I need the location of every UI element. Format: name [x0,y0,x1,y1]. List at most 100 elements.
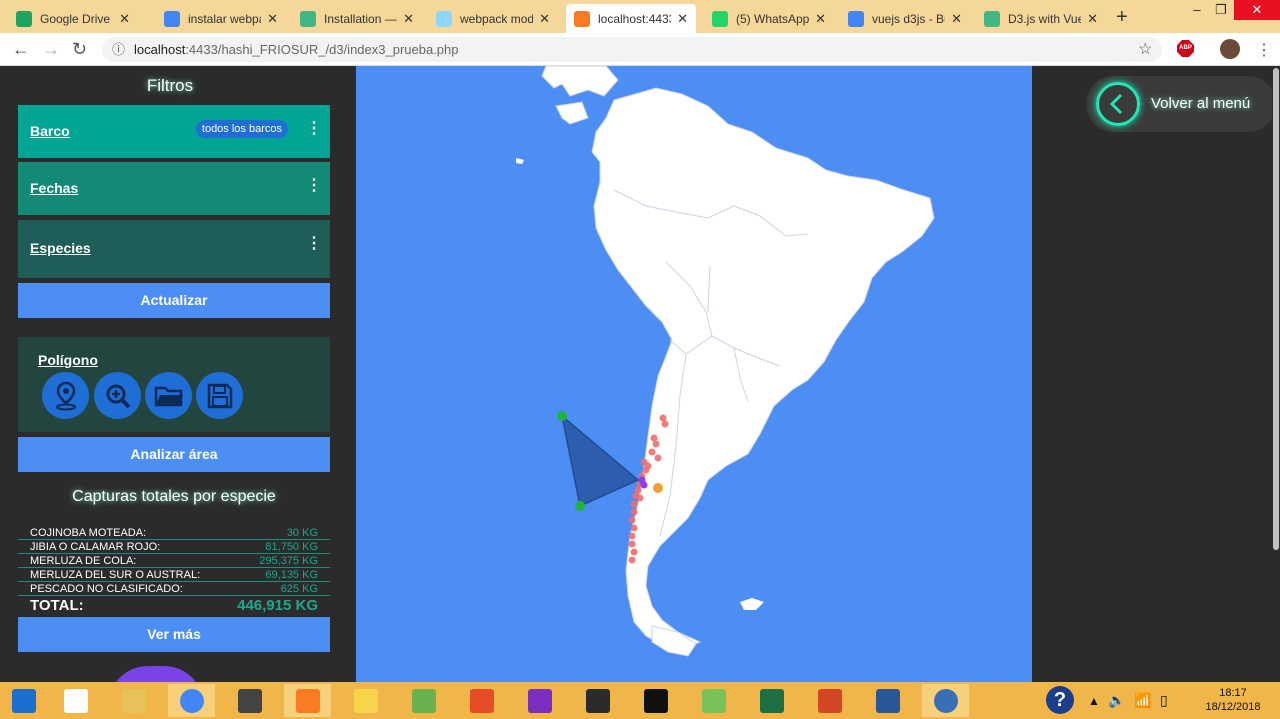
network-icon[interactable]: 📶 [1134,692,1151,709]
back-to-menu-button[interactable]: Volver al menú [1086,76,1276,132]
filter-barco-label[interactable]: Barco [30,123,70,139]
android-studio-icon[interactable] [690,684,737,717]
browser-tab[interactable]: Installation — Vue ✕ [292,4,422,33]
start-icon[interactable] [0,684,47,717]
filter-especies-label[interactable]: Especies [30,240,91,256]
forward-arrow-icon[interactable]: → [42,39,60,60]
analyze-area-button[interactable]: Analizar área [18,437,330,472]
browser-tab[interactable]: webpack modules ✕ [428,4,558,33]
profile-avatar[interactable] [1220,39,1240,59]
xampp-icon[interactable] [284,684,331,717]
catch-point-marker[interactable] [652,440,660,448]
brackets-icon-glyph [585,688,610,713]
catch-point-marker[interactable] [628,516,636,524]
catch-point-marker[interactable] [628,532,636,540]
git-icon[interactable] [458,684,505,717]
tab-close-icon[interactable]: ✕ [403,11,414,27]
captures-row: MERLUZA DE COLA: 295,375 KG [18,554,330,568]
page-scrollbar-thumb[interactable] [1273,68,1279,550]
browser-tab[interactable]: Google Drive ✕ [8,4,138,33]
catch-point-marker[interactable] [628,556,636,564]
tab-close-icon[interactable]: ✕ [539,11,550,27]
back-arrow-icon[interactable]: ← [12,39,30,60]
catch-point-marker[interactable] [650,434,658,442]
filter-barco[interactable]: Barco todos los barcos ⋮ [18,105,330,158]
tab-close-icon[interactable]: ✕ [677,11,688,27]
catch-point-marker[interactable] [654,454,662,462]
battery-icon[interactable]: ▯ [1160,692,1168,709]
filter-especies-menu-icon[interactable]: ⋮ [306,233,322,253]
notepad-plus-icon[interactable] [400,684,447,717]
save-polygon-button[interactable] [196,372,243,419]
browser-tab[interactable]: instalar webpack ✕ [156,4,286,33]
browser-tab[interactable]: vuejs d3js - Buscar ✕ [840,4,970,33]
tray-expand-icon[interactable]: ▲ [1088,694,1100,708]
tab-close-icon[interactable]: ✕ [267,11,278,27]
catch-point-marker[interactable] [630,500,638,508]
catch-point-marker[interactable] [644,462,652,470]
south-america-map[interactable] [356,66,1032,682]
catch-point-marker[interactable] [628,540,636,548]
browser-menu-icon[interactable]: ⋮ [1256,40,1272,60]
draw-polygon-button[interactable] [42,372,89,419]
file-explorer-icon[interactable] [110,684,157,717]
visual-studio-icon[interactable] [516,684,563,717]
catch-point-selected-marker[interactable] [640,481,648,489]
bookmark-star-icon[interactable]: ☆ [1138,39,1152,59]
sticky-notes-icon[interactable] [342,684,389,717]
brackets-icon[interactable] [574,684,621,717]
reload-icon[interactable]: ↻ [72,39,87,60]
tab-close-icon[interactable]: ✕ [815,11,826,27]
catch-point-marker[interactable] [661,420,669,428]
right-panel: Volver al menú [1032,66,1280,682]
word-icon[interactable] [864,684,911,717]
catch-point-marker[interactable] [659,414,667,422]
tab-close-icon[interactable]: ✕ [119,11,130,27]
catch-point-marker[interactable] [630,524,638,532]
browser-tab[interactable]: localhost:4433/ ✕ [566,4,696,33]
terminal-icon[interactable] [632,684,679,717]
url-input[interactable]: ⓘ localhost:4433/hashi_FRIOSUR_/d3/index… [102,37,1162,62]
catch-point-marker[interactable] [630,548,638,556]
chrome-icon[interactable] [168,684,215,717]
gimp-icon[interactable] [226,684,273,717]
captures-row: JIBIA O CALAMAR ROJO: 81,750 KG [18,540,330,554]
help-icon[interactable]: ? [1046,686,1074,714]
catch-point-marker[interactable] [648,448,656,456]
folder-open-icon [154,386,183,406]
see-more-button[interactable]: Ver más [18,617,330,652]
filter-especies[interactable]: Especies ⋮ [18,220,330,278]
adblock-plus-icon[interactable]: ABP [1177,40,1194,57]
analysis-polygon[interactable] [560,414,640,508]
tab-close-icon[interactable]: ✕ [951,11,962,27]
catch-point-marker[interactable] [636,494,644,502]
excel-icon[interactable] [748,684,795,717]
volume-icon[interactable]: 🔈 [1108,692,1125,709]
new-tab-button[interactable]: + [1116,6,1128,29]
info-icon[interactable]: ⓘ [112,37,125,62]
filter-barco-menu-icon[interactable]: ⋮ [306,118,322,138]
browser-tab[interactable]: D3.js with Vue.js ✕ [976,4,1106,33]
polygon-vertex-marker[interactable] [575,501,585,511]
open-polygon-button[interactable] [145,372,192,419]
browser-tab[interactable]: (5) WhatsApp ✕ [704,4,834,33]
restore-button[interactable]: ❐ [1204,0,1238,20]
tab-close-icon[interactable]: ✕ [1087,11,1098,27]
update-button[interactable]: Actualizar [18,283,330,318]
zoom-polygon-button[interactable] [94,372,141,419]
catch-point-marker[interactable] [634,486,642,494]
taskbar-clock[interactable]: 18:17 18/12/2018 [1203,686,1263,714]
map-svg[interactable] [356,66,1032,682]
catch-point-marker[interactable] [630,508,638,516]
filter-fechas-menu-icon[interactable]: ⋮ [306,175,322,195]
powerpoint-icon[interactable] [806,684,853,717]
polygon-vertex-marker[interactable] [557,411,567,421]
filter-fechas[interactable]: Fechas ⋮ [18,162,330,215]
url-path: :4433/hashi_FRIOSUR_/d3/index3_prueba.ph… [185,42,459,57]
home-icon[interactable] [52,684,99,717]
google-icon [848,10,864,27]
close-window-button[interactable]: ✕ [1234,0,1280,20]
filter-fechas-label[interactable]: Fechas [30,180,78,196]
polygon-vertex-marker[interactable] [653,483,663,493]
browser-icon[interactable] [922,684,969,717]
